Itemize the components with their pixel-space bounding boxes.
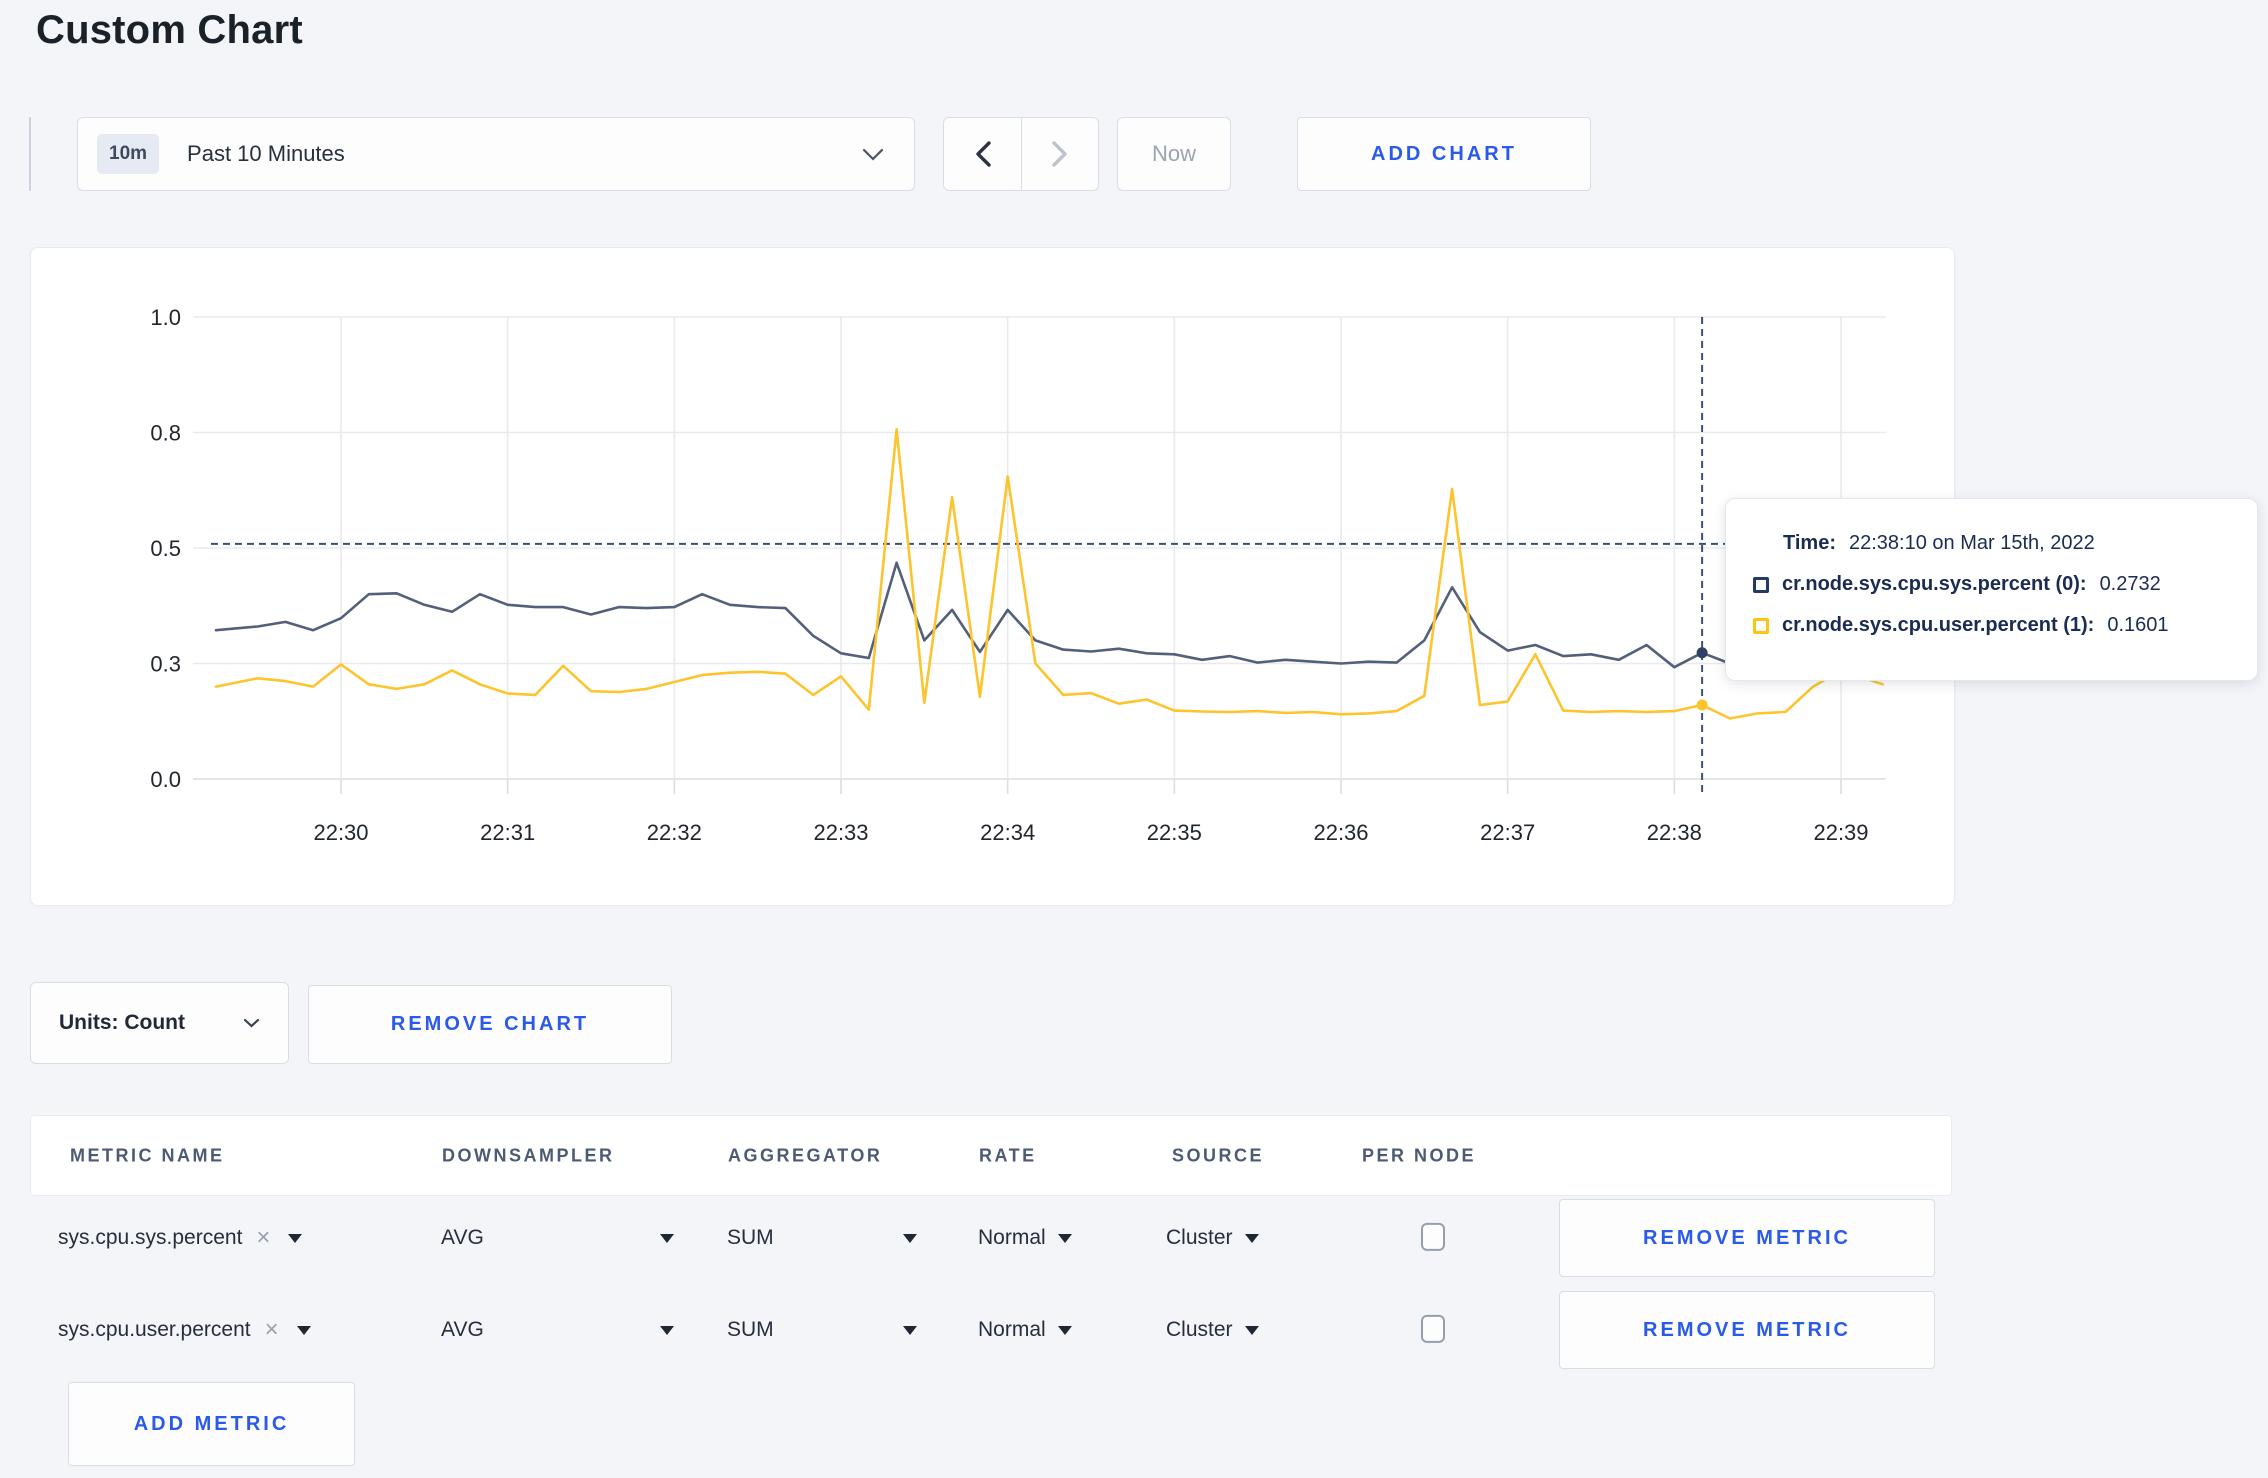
aggregator-select[interactable]: SUM (727, 1226, 917, 1250)
y-axis-tick-label: 0.5 (150, 536, 181, 561)
per-node-checkbox[interactable] (1421, 1314, 1445, 1343)
add-chart-button[interactable]: ADD CHART (1297, 117, 1591, 191)
downsampler-value: AVG (441, 1226, 484, 1249)
now-button[interactable]: Now (1117, 117, 1231, 191)
caret-down-icon (660, 1233, 674, 1243)
x-axis-tick-label: 22:34 (980, 820, 1035, 845)
remove-chart-button[interactable]: REMOVE CHART (308, 985, 672, 1064)
series-cr.node.sys.cpu.user.percent (214, 428, 1884, 720)
time-back-button[interactable] (944, 118, 1021, 190)
source-value: Cluster (1166, 1226, 1233, 1249)
chart-card: 0.0 0.3 0.5 0.8 1.0 22:30 22:31 22:32 22:33 22:34… (30, 247, 2216, 907)
downsampler-select[interactable]: AVG (441, 1318, 674, 1342)
rate-select[interactable]: Normal (978, 1318, 1072, 1342)
y-axis-tick-label: 0.0 (150, 767, 181, 792)
col-rate: RATE (979, 1145, 1037, 1165)
add-metric-label: ADD METRIC (133, 1412, 290, 1435)
rate-value: Normal (978, 1226, 1046, 1249)
caret-down-icon (903, 1325, 917, 1335)
toolbar-divider (29, 117, 31, 191)
chevron-down-icon (243, 1018, 260, 1028)
x-axis-tick-label: 22:30 (313, 820, 368, 845)
user-series-swatch-icon (1753, 617, 1769, 634)
x-axis-tick-label: 22:37 (1480, 820, 1535, 845)
chart-tooltip: Time: 22:38:10 on Mar 15th, 2022 cr.node… (1725, 498, 2258, 681)
caret-down-icon (903, 1233, 917, 1243)
aggregator-select[interactable]: SUM (727, 1318, 917, 1342)
time-range-badge: 10m (97, 134, 160, 174)
tooltip-time-label: Time: (1783, 532, 1836, 554)
remove-chart-label: REMOVE CHART (390, 1013, 590, 1035)
now-button-label: Now (1151, 141, 1196, 166)
tooltip-sys-value: 0.2732 (2099, 573, 2161, 595)
x-axis-tick-label: 22:32 (647, 820, 702, 845)
x-axis-tick-label: 22:39 (1813, 820, 1868, 845)
source-value: Cluster (1166, 1318, 1233, 1341)
metrics-table-header: METRIC NAME DOWNSAMPLER AGGREGATOR RATE … (30, 1115, 1952, 1196)
chevron-down-icon (862, 148, 884, 161)
downsampler-value: AVG (441, 1318, 484, 1341)
caret-down-icon (660, 1325, 674, 1335)
col-aggregator: AGGREGATOR (728, 1145, 883, 1165)
col-downsampler: DOWNSAMPLER (442, 1145, 615, 1165)
tooltip-time-value: 22:38:10 on Mar 15th, 2022 (1848, 532, 2095, 554)
col-source: SOURCE (1172, 1145, 1265, 1165)
page-title: Custom Chart (36, 8, 303, 52)
caret-down-icon (1057, 1325, 1072, 1335)
tooltip-sys-label: cr.node.sys.cpu.sys.percent (0): (1782, 573, 2087, 595)
chevron-left-icon (975, 141, 991, 167)
col-per-node: PER NODE (1362, 1145, 1477, 1165)
metric-row: sys.cpu.sys.percent × AVG SUM Normal Clu… (30, 1192, 1955, 1284)
time-pager (943, 117, 1099, 191)
units-dropdown[interactable]: Units: Count (30, 982, 289, 1064)
x-axis-tick-label: 22:35 (1147, 820, 1202, 845)
remove-metric-button[interactable]: REMOVE METRIC (1559, 1291, 1935, 1369)
time-range-dropdown[interactable]: 10m Past 10 Minutes (77, 117, 915, 191)
aggregator-value: SUM (727, 1226, 774, 1249)
caret-down-icon (288, 1233, 303, 1243)
aggregator-value: SUM (727, 1318, 774, 1341)
sys-series-swatch-icon (1753, 576, 1769, 593)
remove-metric-x-icon[interactable]: × (265, 1316, 279, 1344)
x-axis-tick-label: 22:33 (813, 820, 868, 845)
x-axis-tick-label: 22:36 (1313, 820, 1368, 845)
add-chart-label: ADD CHART (1371, 142, 1517, 165)
remove-metric-label: REMOVE METRIC (1643, 1318, 1851, 1341)
rate-select[interactable]: Normal (978, 1226, 1072, 1250)
units-label: Units: Count (59, 1011, 185, 1034)
tooltip-user-value: 0.1601 (2107, 614, 2169, 636)
caret-down-icon (1057, 1233, 1072, 1243)
col-metric-name: METRIC NAME (70, 1145, 225, 1165)
per-node-checkbox[interactable] (1421, 1222, 1445, 1251)
metric-name-value: sys.cpu.sys.percent (58, 1226, 243, 1249)
metric-name-select[interactable]: sys.cpu.sys.percent × (58, 1224, 303, 1252)
x-axis-tick-label: 22:31 (480, 820, 535, 845)
y-axis-tick-label: 1.0 (150, 305, 181, 330)
y-axis-tick-label: 0.3 (150, 652, 181, 677)
source-select[interactable]: Cluster (1166, 1318, 1259, 1342)
series-cr.node.sys.cpu.sys.percent (214, 561, 1884, 669)
downsampler-select[interactable]: AVG (441, 1226, 674, 1250)
caret-down-icon (296, 1325, 311, 1335)
remove-metric-label: REMOVE METRIC (1643, 1226, 1851, 1249)
y-axis-tick-label: 0.8 (150, 421, 181, 446)
chevron-right-icon (1052, 141, 1067, 167)
x-axis-tick-label: 22:38 (1647, 820, 1702, 845)
cpu-usage-line-chart[interactable]: 0.0 0.3 0.5 0.8 1.0 22:30 22:31 22:32 22:33 22:34… (31, 248, 2216, 907)
caret-down-icon (1244, 1325, 1259, 1335)
remove-metric-x-icon[interactable]: × (256, 1224, 270, 1252)
time-forward-button[interactable] (1021, 118, 1098, 190)
metric-name-value: sys.cpu.user.percent (58, 1318, 251, 1341)
add-metric-button[interactable]: ADD METRIC (68, 1382, 355, 1466)
metric-row: sys.cpu.user.percent × AVG SUM Normal Cl… (30, 1284, 1955, 1376)
remove-metric-button[interactable]: REMOVE METRIC (1559, 1199, 1935, 1277)
caret-down-icon (1244, 1233, 1259, 1243)
time-range-label: Past 10 Minutes (187, 141, 345, 166)
rate-value: Normal (978, 1318, 1046, 1341)
metric-name-select[interactable]: sys.cpu.user.percent × (58, 1316, 311, 1344)
tooltip-user-label: cr.node.sys.cpu.user.percent (1): (1782, 614, 2095, 636)
source-select[interactable]: Cluster (1166, 1226, 1259, 1250)
